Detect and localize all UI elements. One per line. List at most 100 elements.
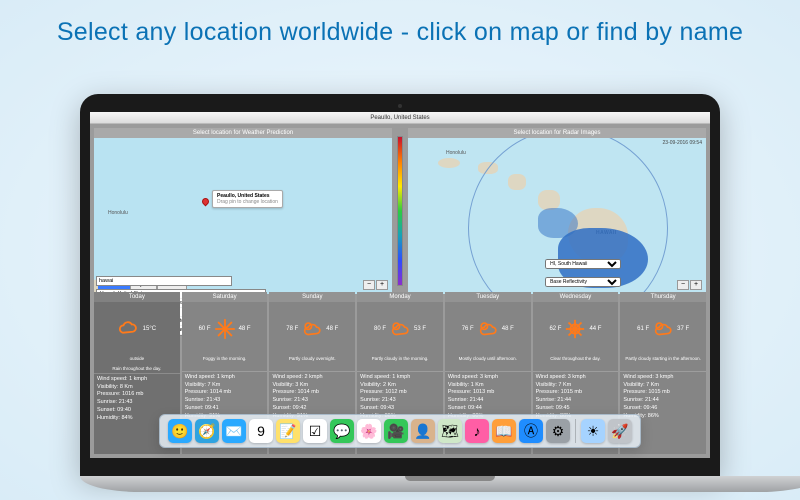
high-temp: 60 F xyxy=(199,326,211,332)
zoom-out-button[interactable]: − xyxy=(363,280,375,290)
weather-icon xyxy=(564,318,586,340)
macos-dock: 🙂🧭✉️9📝☑︎💬🌸🎥👤🗺♪📖Ⓐ⚙︎ ☀︎🚀 xyxy=(159,414,641,448)
weather-icon xyxy=(389,318,411,340)
stat-sunset: Sunset: 09:41 xyxy=(185,405,265,412)
location-search-input[interactable]: hawai xyxy=(96,276,232,286)
zoom-in-button[interactable]: + xyxy=(376,280,388,290)
day-summary: Partly cloudy overnight. xyxy=(269,356,355,372)
precipitation-blob xyxy=(538,208,578,238)
city-label-honolulu: Honolulu xyxy=(108,210,128,216)
map-pin[interactable] xyxy=(201,197,211,207)
marketing-headline: Select any location worldwide - click on… xyxy=(0,0,800,57)
dock-mail-icon[interactable]: ✉️ xyxy=(222,419,246,443)
stat-pressure: Pressure: 1015 mb xyxy=(536,389,616,396)
stat-pressure: Pressure: 1016 mb xyxy=(97,391,177,398)
stat-visibility: Visibility: 7 Km xyxy=(623,382,703,389)
weather-map-panel: Select location for Weather Prediction H… xyxy=(94,128,392,294)
day-summary: Mostly cloudy until afternoon. xyxy=(445,356,531,372)
stat-pressure: Pressure: 1014 mb xyxy=(272,389,352,396)
laptop-frame: Peaullo, United States Select location f… xyxy=(80,94,720,492)
weather-icon xyxy=(301,318,323,340)
stat-wind: Wind speed: 1 kmph xyxy=(97,376,177,383)
stat-sunrise: Sunrise: 21:43 xyxy=(272,397,352,404)
day-summary: Partly cloudy starting in the afternoon. xyxy=(620,356,706,372)
stat-sunrise: Sunrise: 21:44 xyxy=(623,397,703,404)
radar-controls: HI, South Hawaii Base Reflectivity xyxy=(545,252,621,288)
radar-station-select[interactable]: HI, South Hawaii xyxy=(545,259,621,269)
map-pin-callout[interactable]: Peaullo, United States Drag pin to chang… xyxy=(212,190,283,208)
stat-visibility: Visibility: 2 Km xyxy=(360,382,440,389)
day-name: Tuesday xyxy=(445,292,531,302)
dock-facetime-icon[interactable]: 🎥 xyxy=(384,419,408,443)
weather-icon xyxy=(214,318,236,340)
dock-finder-icon[interactable]: 🙂 xyxy=(168,419,192,443)
dock-safari-icon[interactable]: 🧭 xyxy=(195,419,219,443)
dock-calendar-icon[interactable]: 9 xyxy=(249,419,273,443)
stat-wind: Wind speed: 3 kmph xyxy=(623,374,703,381)
dock-contacts-icon[interactable]: 👤 xyxy=(411,419,435,443)
radar-color-scale xyxy=(397,136,403,286)
low-temp: 53 F xyxy=(414,326,426,332)
stat-sunrise: Sunrise: 21:43 xyxy=(185,397,265,404)
stat-sunset: Sunset: 09:46 xyxy=(623,405,703,412)
day-name: Sunday xyxy=(269,292,355,302)
day-summary: Clear throughout the day. xyxy=(533,356,619,372)
high-temp: 80 F xyxy=(374,326,386,332)
stat-wind: Wind speed: 1 kmph xyxy=(185,374,265,381)
stat-sunset: Sunset: 09:45 xyxy=(536,405,616,412)
weather-icon xyxy=(118,318,140,340)
radar-product-select[interactable]: Base Reflectivity xyxy=(545,277,621,287)
high-temp: 62 F xyxy=(549,326,561,332)
radar-city-honolulu: Honolulu xyxy=(446,150,466,156)
dock-weather-app-icon[interactable]: ☀︎ xyxy=(581,419,605,443)
dock-photos-icon[interactable]: 🌸 xyxy=(357,419,381,443)
high-temp: 61 F xyxy=(637,326,649,332)
stat-wind: Wind speed: 1 kmph xyxy=(360,374,440,381)
stat-sunset: Sunset: 09:43 xyxy=(360,405,440,412)
stat-sunset: Sunset: 09:42 xyxy=(272,405,352,412)
dock-notes-icon[interactable]: 📝 xyxy=(276,419,300,443)
stat-visibility: Visibility: 7 Km xyxy=(536,382,616,389)
low-temp: 48 F xyxy=(502,326,514,332)
dock-reminders-icon[interactable]: ☑︎ xyxy=(303,419,327,443)
weather-map-title: Select location for Weather Prediction xyxy=(94,128,392,138)
callout-hint: Drag pin to change location xyxy=(217,199,278,205)
dock-appstore-icon[interactable]: Ⓐ xyxy=(519,419,543,443)
current-temp: 15°C xyxy=(143,326,156,332)
radar-map[interactable]: 23-09-2016 09:54 Honolulu HAWAII HI, Sou… xyxy=(408,138,706,294)
radar-zoom-in-button[interactable]: + xyxy=(690,280,702,290)
day-summary: Foggy in the morning. xyxy=(182,356,268,372)
app-screen: Peaullo, United States Select location f… xyxy=(90,112,710,458)
stat-visibility: Visibility: 3 Km xyxy=(272,382,352,389)
stat-wind: Wind speed: 3 kmph xyxy=(536,374,616,381)
stat-wind: Wind speed: 3 kmph xyxy=(448,374,528,381)
window-titlebar: Peaullo, United States xyxy=(90,112,710,124)
dock-ibooks-icon[interactable]: 📖 xyxy=(492,419,516,443)
weather-map[interactable]: Honolulu Peaullo, United States Drag pin… xyxy=(94,138,392,294)
stat-visibility: Visibility: 8 Km xyxy=(97,384,177,391)
weather-icon xyxy=(477,318,499,340)
stat-sunrise: Sunrise: 21:44 xyxy=(536,397,616,404)
stat-sunset: Sunset: 09:44 xyxy=(448,405,528,412)
laptop-base xyxy=(80,476,800,492)
low-temp: 37 F xyxy=(677,326,689,332)
radar-map-panel: Select location for Radar Images 23-09-2… xyxy=(408,128,706,294)
stat-sunrise: Sunrise: 21:43 xyxy=(97,399,177,406)
dock-launchpad-icon[interactable]: 🚀 xyxy=(608,419,632,443)
dock-maps-icon[interactable]: 🗺 xyxy=(438,419,462,443)
stat-sunrise: Sunrise: 21:43 xyxy=(360,397,440,404)
low-temp: 48 F xyxy=(239,326,251,332)
low-temp: 48 F xyxy=(326,326,338,332)
stat-visibility: Visibility: 1 Km xyxy=(448,382,528,389)
radar-timestamp: 23-09-2016 09:54 xyxy=(663,140,702,146)
weather-icon xyxy=(652,318,674,340)
day-summary: Partly cloudy in the morning. xyxy=(357,356,443,372)
dock-messages-icon[interactable]: 💬 xyxy=(330,419,354,443)
dock-itunes-icon[interactable]: ♪ xyxy=(465,419,489,443)
dock-preferences-icon[interactable]: ⚙︎ xyxy=(546,419,570,443)
stat-sunrise: Sunrise: 21:44 xyxy=(448,397,528,404)
stat-pressure: Pressure: 1014 mb xyxy=(185,389,265,396)
radar-zoom-out-button[interactable]: − xyxy=(677,280,689,290)
high-temp: 78 F xyxy=(286,326,298,332)
day-name: Monday xyxy=(357,292,443,302)
